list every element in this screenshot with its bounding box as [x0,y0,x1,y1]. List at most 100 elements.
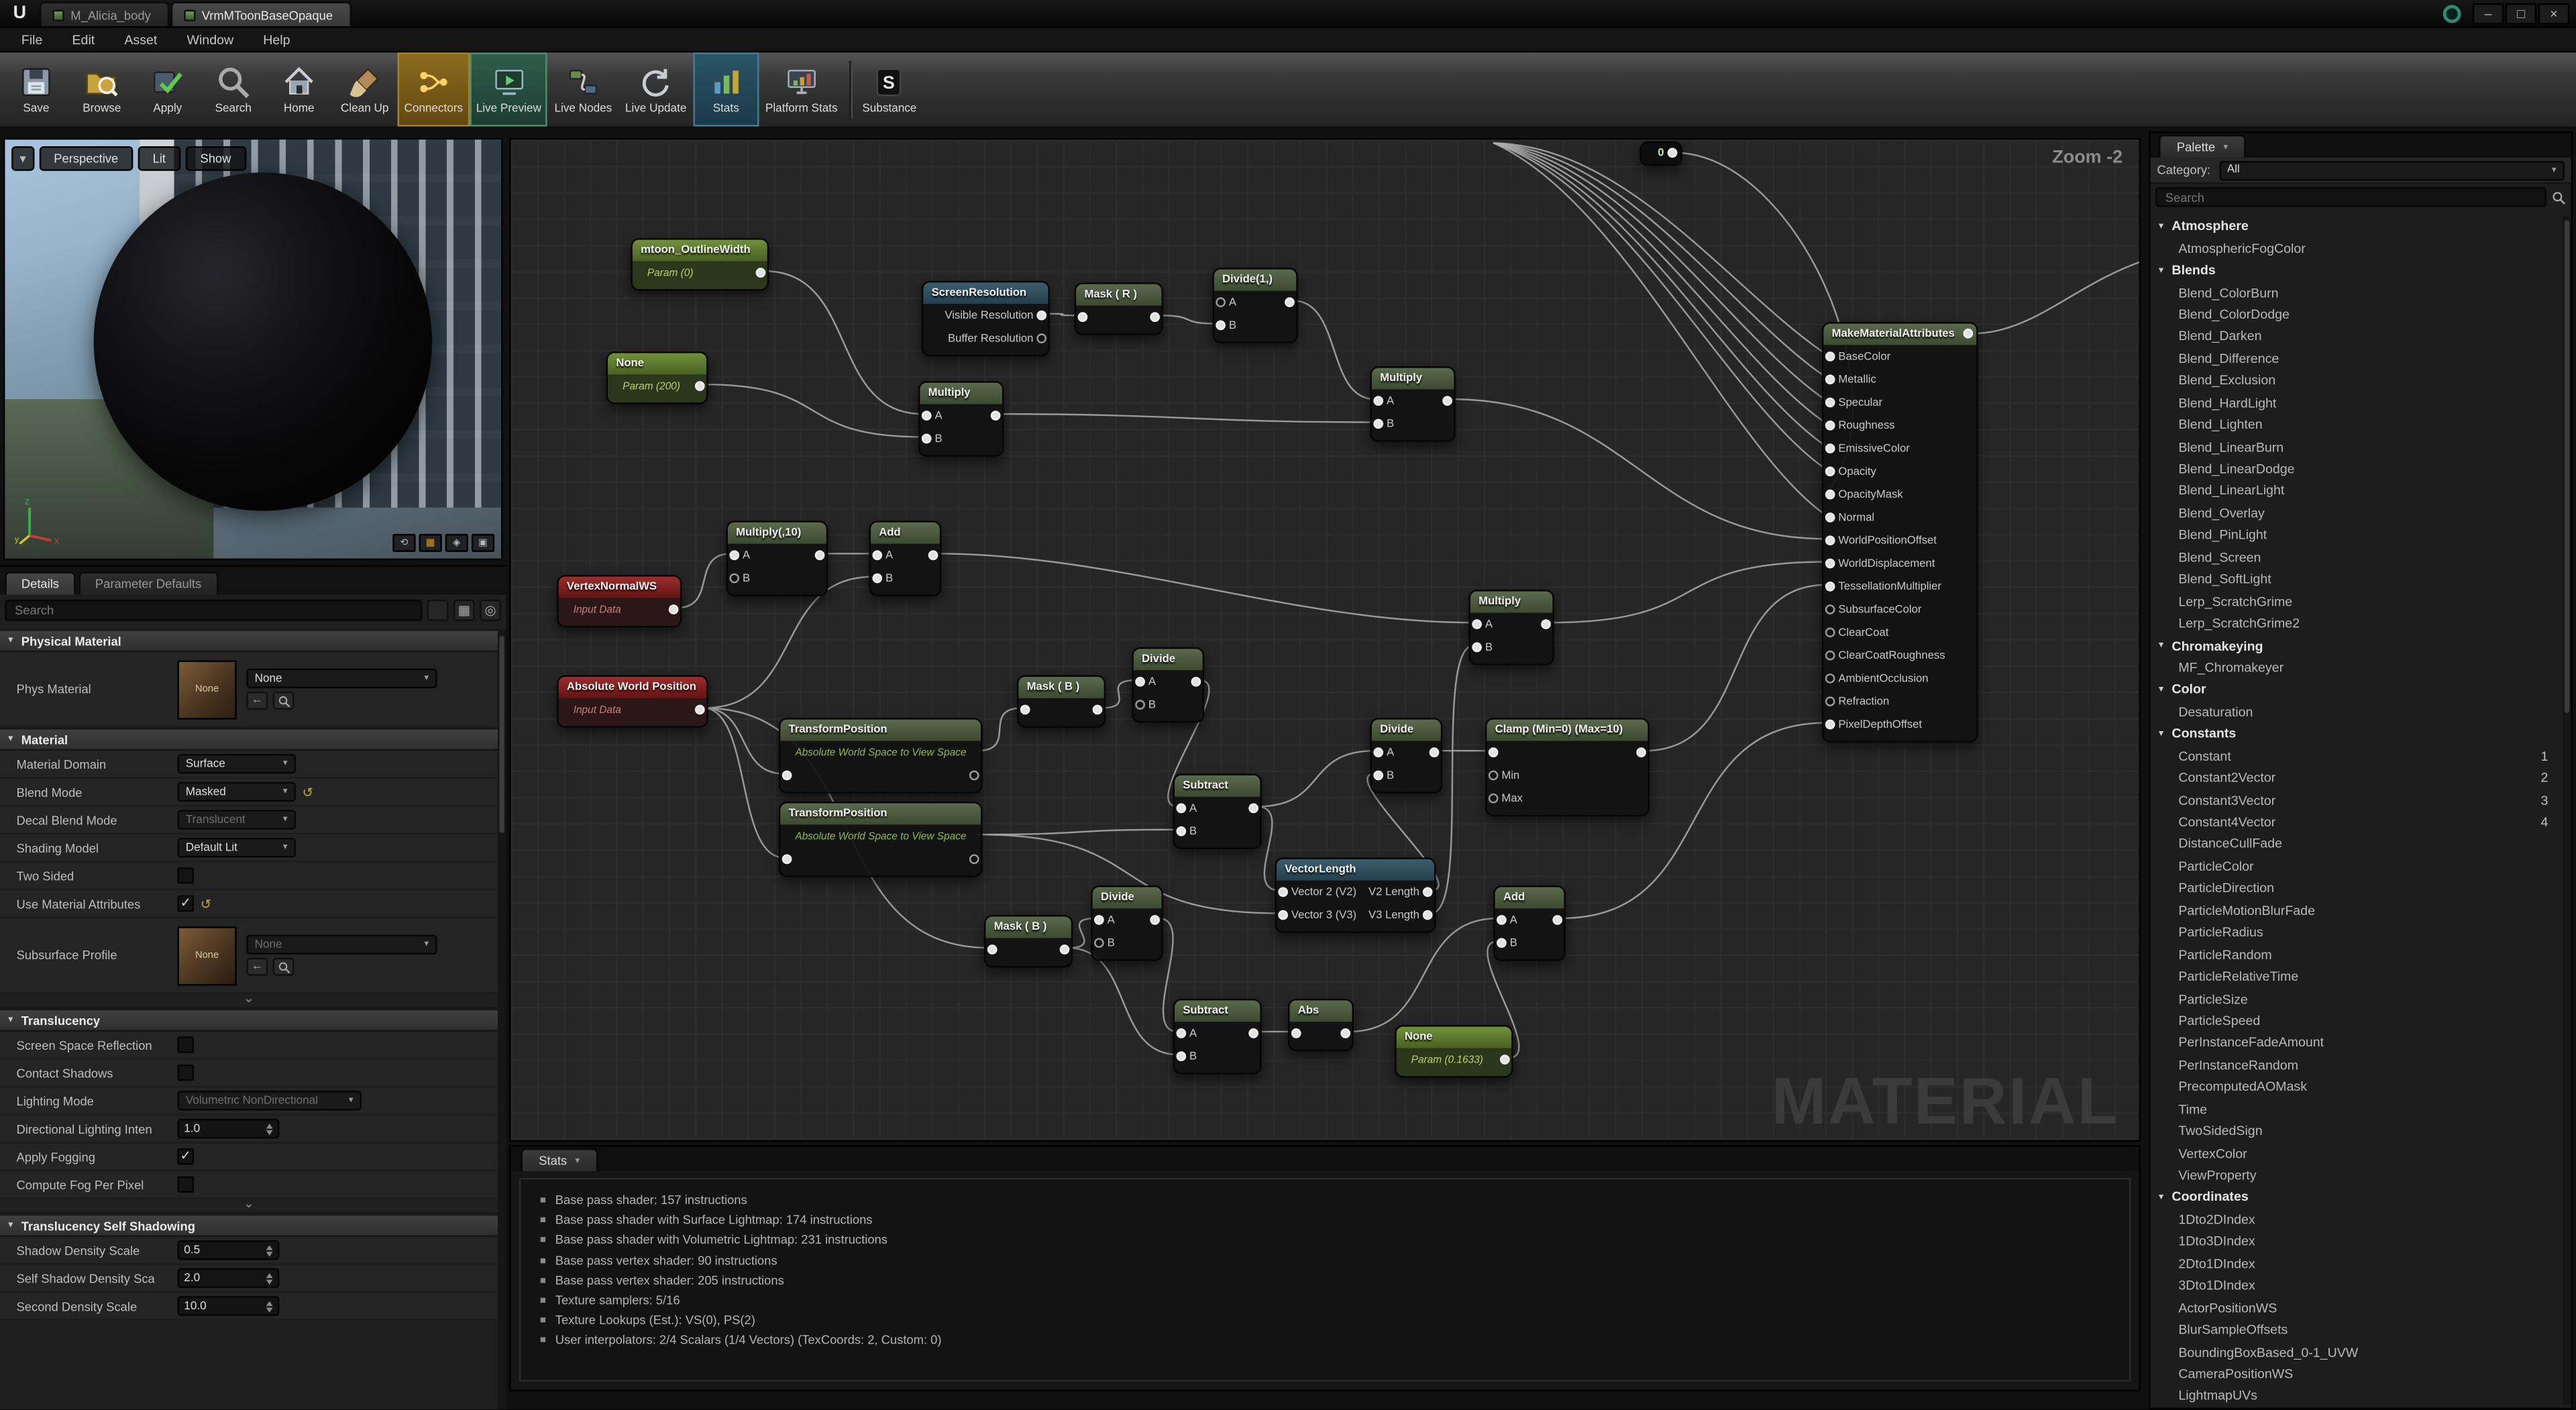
palette-category-coordinates[interactable]: ▼Coordinates [2151,1187,2563,1209]
input-pin[interactable] [782,854,792,864]
input-pin[interactable] [1472,619,1482,629]
palette-item-constant[interactable]: Constant1 [2151,745,2563,767]
palette-item-blend-linearlight[interactable]: Blend_LinearLight [2151,480,2563,502]
input-pin[interactable] [1825,421,1835,431]
input-pin[interactable] [1373,396,1383,406]
node-none[interactable]: NoneParam (200) [606,351,708,404]
details-scrollbar[interactable] [498,629,506,1409]
output-pin[interactable] [1636,747,1646,757]
toolbar-clean-up[interactable]: Clean Up [332,52,398,126]
output-pin[interactable] [1541,619,1551,629]
palette-item-2dto1dindex[interactable]: 2Dto1DIndex [2151,1253,2563,1275]
input-pin[interactable] [1489,747,1499,757]
node-0[interactable]: 0 [1640,142,1682,166]
toolbar-live-nodes[interactable]: Live Nodes [548,52,619,126]
checkbox-apply-fogging[interactable]: ✓ [177,1148,193,1164]
node-transformposition[interactable]: TransformPositionAbsolute World Space to… [779,802,983,877]
node-multiply-10[interactable]: Multiply(,10)AB [726,521,828,596]
node-add[interactable]: AddAB [1493,885,1566,961]
output-pin[interactable] [1285,297,1295,307]
checkbox-two-sided[interactable] [177,867,193,883]
input-pin[interactable] [1825,398,1835,408]
viewport-corner-icon[interactable]: ◈ [445,534,468,552]
input-pin[interactable] [1489,794,1499,804]
palette-item-constant2vector[interactable]: Constant2Vector2 [2151,767,2563,790]
palette-item-blend-colordodge[interactable]: Blend_ColorDodge [2151,303,2563,325]
palette-item-1dto2dindex[interactable]: 1Dto2DIndex [2151,1209,2563,1231]
node-mask-b[interactable]: Mask ( B ) [1017,675,1106,728]
input-pin[interactable] [1825,696,1835,706]
output-pin[interactable] [969,854,979,864]
input-pin[interactable] [1825,490,1835,500]
node-none[interactable]: NoneParam (0.1633) [1395,1025,1513,1077]
toolbar-live-update[interactable]: Live Update [619,52,693,126]
viewport-corner-icon[interactable]: ⟲ [392,534,415,552]
palette-item-particlecolor[interactable]: ParticleColor [2151,855,2563,877]
input-pin[interactable] [1825,512,1835,523]
node-vertexnormalws[interactable]: VertexNormalWSInput Data [557,575,682,627]
number-second-density-scale[interactable]: 10.0 [177,1296,279,1315]
output-pin[interactable] [669,604,679,614]
input-pin[interactable] [1497,938,1507,948]
viewport-corner-icon[interactable]: ▦ [419,534,441,552]
use-selected-icon[interactable]: ← [246,958,268,976]
output-pin[interactable] [1248,1028,1258,1038]
input-pin[interactable] [1176,1051,1186,1061]
display-options-icon[interactable]: ▦ [453,600,475,621]
palette-category-color[interactable]: ▼Color [2151,679,2563,701]
palette-item-blend-difference[interactable]: Blend_Difference [2151,347,2563,370]
palette-item-blend-softlight[interactable]: Blend_SoftLight [2151,568,2563,590]
output-pin[interactable] [1191,677,1201,687]
output-pin[interactable] [1500,1054,1510,1065]
palette-item-time[interactable]: Time [2151,1098,2563,1120]
tab-stats[interactable]: Stats ▾ [521,1148,598,1171]
node-divide[interactable]: DivideAB [1091,885,1163,961]
palette-item-blend-pinlight[interactable]: Blend_PinLight [2151,525,2563,547]
input-pin[interactable] [1176,1028,1186,1038]
spinner[interactable] [266,1123,273,1134]
output-pin[interactable] [756,268,766,278]
dropdown-decal-blend-mode[interactable]: Translucent▾ [177,810,295,829]
palette-category-blends[interactable]: ▼Blends [2151,260,2563,282]
input-pin[interactable] [1825,467,1835,477]
output-pin[interactable] [815,550,825,560]
details-search-input[interactable] [5,600,422,621]
input-pin[interactable] [1825,443,1835,453]
node-subtract[interactable]: SubtractAB [1173,999,1262,1075]
input-pin[interactable] [1135,677,1145,687]
section-translucency-self-shadowing[interactable]: ▼Translucency Self Shadowing [0,1214,498,1237]
palette-item-particlerandom[interactable]: ParticleRandom [2151,944,2563,966]
number-shadow-density-scale[interactable]: 0.5 [177,1240,279,1260]
toolbar-apply[interactable]: Apply [135,52,201,126]
input-pin[interactable] [1825,651,1835,661]
output-pin[interactable] [969,771,979,781]
input-pin[interactable] [1078,312,1088,322]
spinner[interactable] [266,1300,273,1311]
input-pin[interactable] [1825,720,1835,730]
palette-item-viewproperty[interactable]: ViewProperty [2151,1164,2563,1187]
output-pin[interactable] [1248,804,1258,814]
palette-item-desaturation[interactable]: Desaturation [2151,701,2563,723]
toolbar-connectors[interactable]: Connectors [398,52,470,126]
palette-item-1dto3dindex[interactable]: 1Dto3DIndex [2151,1231,2563,1253]
material-preview-sphere[interactable] [94,172,432,510]
section-physical-material[interactable]: ▼Physical Material [0,629,498,652]
palette-item-boundingboxbased-0-1-uvw[interactable]: BoundingBoxBased_0-1_UVW [2151,1341,2563,1363]
toolbar-save[interactable]: Save [3,52,69,126]
input-pin[interactable] [1825,559,1835,569]
viewport-lit-button[interactable]: Lit [138,146,180,171]
input-pin[interactable] [1135,700,1145,710]
palette-item-particlerelativetime[interactable]: ParticleRelativeTime [2151,966,2563,988]
node-divide[interactable]: DivideAB [1132,647,1204,723]
palette-item-blursampleoffsets[interactable]: BlurSampleOffsets [2151,1319,2563,1341]
toolbar-home[interactable]: Home [266,52,332,126]
reset-to-default-icon[interactable]: ↺ [303,784,313,799]
palette-item-lightmapuvs[interactable]: LightmapUVs [2151,1385,2563,1405]
node-mask-b[interactable]: Mask ( B ) [984,915,1073,967]
palette-item-camerapositionws[interactable]: CameraPositionWS [2151,1363,2563,1385]
output-pin[interactable] [1150,312,1160,322]
input-pin[interactable] [1373,747,1383,757]
palette-item-atmosphericfogcolor[interactable]: AtmosphericFogColor [2151,237,2563,260]
node-absolute-world-position[interactable]: Absolute World PositionInput Data [557,675,708,728]
input-pin[interactable] [1825,374,1835,384]
